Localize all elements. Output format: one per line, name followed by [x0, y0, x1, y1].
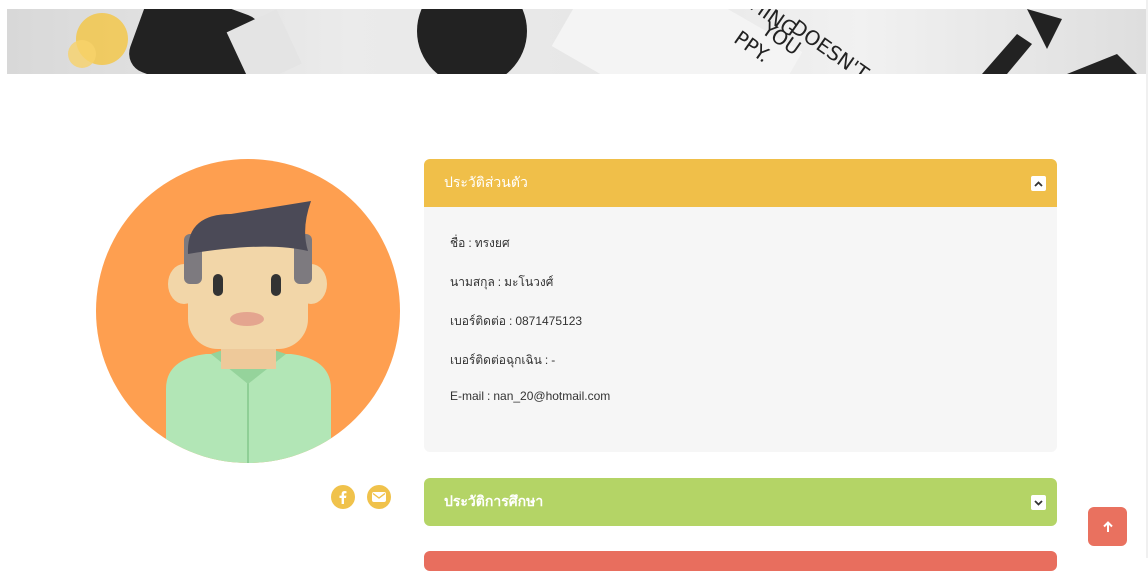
field-value: 0871475123 — [515, 314, 583, 328]
field-label: เบอร์ติดต่อ — [450, 314, 506, 328]
section-header-third[interactable] — [424, 551, 1057, 571]
section-title: ประวัติส่วนตัว — [444, 174, 528, 190]
field-email: E-mail: nan_20@hotmail.com — [450, 389, 610, 403]
field-value: - — [551, 353, 556, 367]
field-label: เบอร์ติดต่อฉุกเฉิน — [450, 353, 542, 367]
email-button[interactable] — [367, 485, 391, 509]
field-value: ทรงยศ — [474, 236, 510, 250]
field-emergency-phone: เบอร์ติดต่อฉุกเฉิน: - — [450, 351, 555, 370]
field-label: E-mail — [450, 389, 485, 403]
arrow-up-icon — [1102, 520, 1113, 532]
field-label: นามสกุล — [450, 275, 495, 289]
collapse-toggle[interactable] — [1031, 176, 1046, 191]
field-separator: : — [508, 314, 513, 328]
banner-image: THING DOESN'T YOU PPY. — [68, 9, 1137, 74]
field-phone: เบอร์ติดต่อ:0871475123 — [450, 312, 582, 331]
section-body-personal: ชื่อ: ทรงยศ นามสกุล: มะโนวงศ์ เบอร์ติดต่อ:… — [424, 207, 1057, 452]
field-value: มะโนวงศ์ — [504, 275, 554, 289]
field-first-name: ชื่อ: ทรงยศ — [450, 234, 510, 253]
chevron-down-icon — [1034, 499, 1043, 506]
expand-toggle[interactable] — [1031, 495, 1046, 510]
profile-avatar — [96, 159, 400, 463]
mail-icon — [372, 492, 386, 502]
field-separator: : — [468, 236, 472, 250]
field-value: nan_20@hotmail.com — [493, 389, 611, 403]
field-separator: : — [497, 275, 502, 289]
field-separator: : — [544, 353, 549, 367]
person-illustration — [166, 201, 331, 463]
chevron-up-icon — [1034, 180, 1043, 187]
field-label: ชื่อ — [450, 236, 466, 250]
section-header-personal[interactable]: ประวัติส่วนตัว — [424, 159, 1057, 207]
facebook-button[interactable] — [331, 485, 355, 509]
section-title: ประวัติการศึกษา — [444, 493, 544, 509]
field-last-name: นามสกุล: มะโนวงศ์ — [450, 273, 553, 292]
back-to-top-button[interactable] — [1088, 507, 1127, 546]
header-banner: THING DOESN'T YOU PPY. — [7, 9, 1146, 74]
section-header-education[interactable]: ประวัติการศึกษา — [424, 478, 1057, 526]
field-separator: : — [487, 389, 491, 403]
facebook-icon — [339, 491, 347, 504]
